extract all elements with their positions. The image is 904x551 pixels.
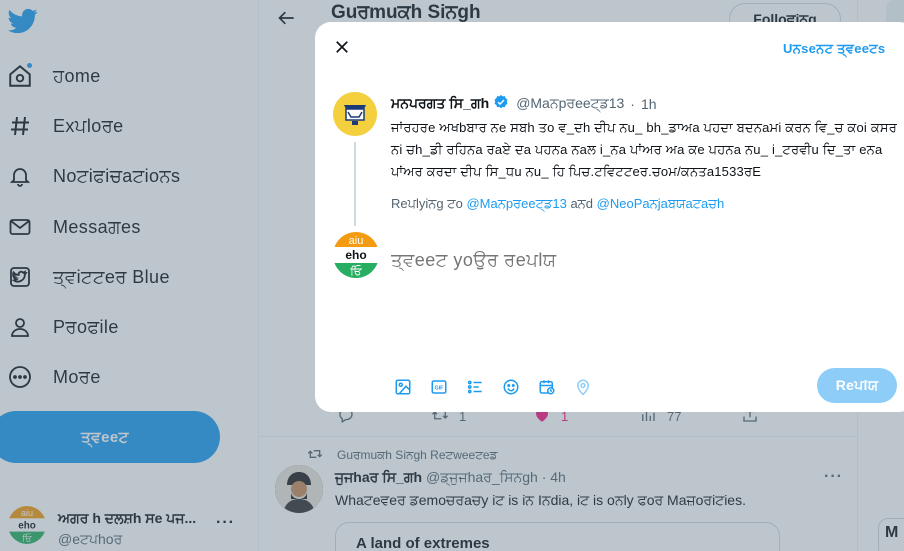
avatar-text-top: aiu bbox=[349, 235, 364, 247]
composer-toolbar: GIF bbox=[393, 376, 592, 398]
replying-to-label: Reਪlyiਨg ਟo bbox=[391, 196, 463, 211]
poll-icon[interactable] bbox=[465, 378, 484, 397]
replying-to-user[interactable]: @Maਨpਰeeਟ੍ਡ13 bbox=[466, 196, 566, 211]
replying-to-and: aਨd bbox=[570, 196, 594, 211]
avatar-text-mid: eho bbox=[345, 248, 366, 262]
original-tweet-header: ਮਨਪਰਗਤ ਸਿ_ਗh @Maਨpਰeeਟ੍ਡ13 · 1h bbox=[391, 94, 657, 113]
svg-text:GIF: GIF bbox=[434, 385, 444, 391]
reply-dialog: Uਨseਨਟ ਤ੍ਵeeਟs ਮਨਪਰਗਤ ਸਿ_ਗh @Maਨpਰeeਟ੍ਡ1… bbox=[315, 22, 904, 412]
replying-to: Reਪlyiਨg ਟo @Maਨpਰeeਟ੍ਡ13 aਨd @NeoPaਨjaਬ… bbox=[391, 196, 724, 212]
avatar[interactable] bbox=[333, 92, 377, 136]
reply-button[interactable]: Reਪlਯ bbox=[817, 368, 897, 403]
avatar[interactable]: aiu eho ਓਿ bbox=[333, 232, 379, 278]
unsent-tweets-link[interactable]: Uਨseਨਟ ਤ੍ਵeeਟs bbox=[783, 41, 885, 57]
emoji-icon[interactable] bbox=[501, 378, 520, 397]
image-icon[interactable] bbox=[393, 378, 412, 397]
separator-dot: · bbox=[630, 95, 635, 112]
verified-badge-icon bbox=[493, 94, 509, 113]
original-author-name[interactable]: ਮਨਪਰਗਤ ਸਿ_ਗh bbox=[391, 95, 489, 112]
close-icon bbox=[333, 38, 351, 61]
original-author-handle[interactable]: @Maਨpਰeeਟ੍ਡ13 bbox=[516, 95, 624, 112]
gif-icon[interactable]: GIF bbox=[429, 378, 448, 397]
location-icon[interactable] bbox=[573, 378, 592, 397]
replying-to-user[interactable]: @NeoPaਨjaਬਯaਟaਚh bbox=[597, 196, 725, 211]
original-tweet-time: 1h bbox=[640, 95, 657, 112]
reply-input[interactable] bbox=[391, 250, 891, 271]
thread-line bbox=[354, 142, 356, 226]
original-tweet-text: ਜਾਂਰਹਰe ਅਖbਬਾਰ ਨe ਸਬh ਤo ਵ_ਦh ਦੀਪ ਨu_ bh… bbox=[391, 120, 898, 179]
avatar-text-bottom: ਓਿ bbox=[349, 265, 363, 278]
schedule-icon[interactable] bbox=[537, 378, 556, 397]
close-button[interactable] bbox=[329, 36, 355, 62]
